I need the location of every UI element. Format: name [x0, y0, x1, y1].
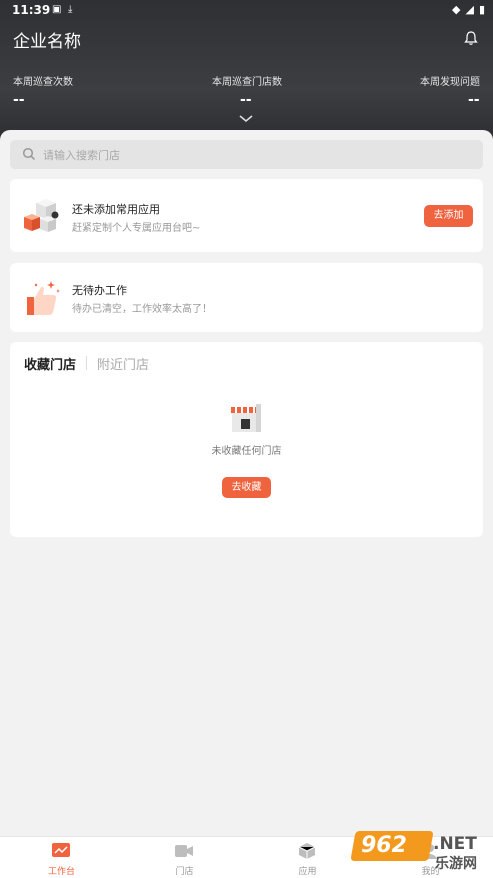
todo-card-title: 无待办工作 [72, 284, 127, 297]
stat-label-issues: 本周发现问题 [420, 77, 480, 88]
add-app-button[interactable]: 去添加 [424, 205, 473, 227]
tab-nearby-stores[interactable]: 附近门店 [97, 354, 149, 373]
todo-card: 无待办工作 待办已清空，工作效率太高了！ [10, 263, 483, 332]
store-icon [231, 404, 261, 432]
stores-empty-text: 未收藏任何门店 [211, 446, 282, 457]
nav-label-workbench: 工作台 [47, 867, 75, 877]
notification-icon: ▣ [52, 4, 62, 15]
stat-value-patrol-count: -- [13, 92, 25, 108]
main-content: 请输入搜索门店 还未添加常用应用 赶紧定制个人专属应用台吧~ 去添加 无待办工作… [0, 130, 493, 836]
battery-icon: ▮ [478, 3, 485, 16]
go-favorite-button[interactable]: 去收藏 [222, 477, 271, 498]
apps-cube-icon [298, 843, 316, 859]
watermark-number: 962 [361, 833, 407, 858]
status-bar: 11:39 ▣ ⤓ ◆ ◢ ▮ [0, 0, 493, 22]
stat-value-issues: -- [468, 92, 480, 108]
download-icon: ⤓ [68, 4, 73, 15]
header: 11:39 ▣ ⤓ ◆ ◢ ▮ 企业名称 本周巡查次数 -- 本周巡查门店数 -… [0, 0, 493, 150]
chevron-down-icon[interactable] [238, 114, 254, 124]
bell-icon[interactable] [463, 30, 479, 46]
wifi-icon: ◆ [452, 3, 461, 16]
nav-item-workbench[interactable]: 工作台 [0, 837, 123, 878]
nav-label-apps: 应用 [298, 867, 317, 877]
stat-label-store-count: 本周巡查门店数 [212, 77, 282, 88]
search-icon [22, 147, 36, 161]
tab-divider [86, 356, 88, 370]
stores-tabs: 收藏门店 附近门店 [24, 353, 149, 373]
todo-card-subtitle: 待办已清空，工作效率太高了！ [72, 304, 212, 315]
search-bar[interactable]: 请输入搜索门店 [10, 140, 483, 169]
apps-card-subtitle: 赶紧定制个人专属应用台吧~ [72, 223, 201, 234]
status-right-icons: ◆ ◢ ▮ [452, 3, 485, 16]
nav-item-stores[interactable]: 门店 [123, 837, 246, 878]
stores-card: 收藏门店 附近门店 未收藏任何门店 去收藏 [10, 342, 483, 537]
status-time: 11:39 [12, 3, 51, 17]
stat-value-store-count: -- [240, 92, 252, 108]
nav-label-stores: 门店 [175, 867, 194, 877]
workbench-icon [52, 843, 70, 857]
common-apps-card: 还未添加常用应用 赶紧定制个人专属应用台吧~ 去添加 [10, 179, 483, 252]
thumbs-up-icon [27, 281, 60, 315]
watermark-suffix: .NET [433, 834, 477, 854]
apps-card-title: 还未添加常用应用 [72, 203, 160, 216]
signal-icon: ◢ [465, 3, 474, 16]
video-camera-icon [175, 845, 193, 857]
company-name: 企业名称 [13, 32, 81, 52]
watermark-text: 乐游网 [435, 856, 477, 872]
search-placeholder: 请输入搜索门店 [43, 149, 120, 162]
tab-favorite-stores[interactable]: 收藏门店 [24, 354, 76, 373]
site-watermark: 962 .NET 乐游网 [350, 831, 488, 873]
app-cubes-icon [24, 199, 59, 232]
stat-label-patrol-count: 本周巡查次数 [13, 77, 73, 88]
